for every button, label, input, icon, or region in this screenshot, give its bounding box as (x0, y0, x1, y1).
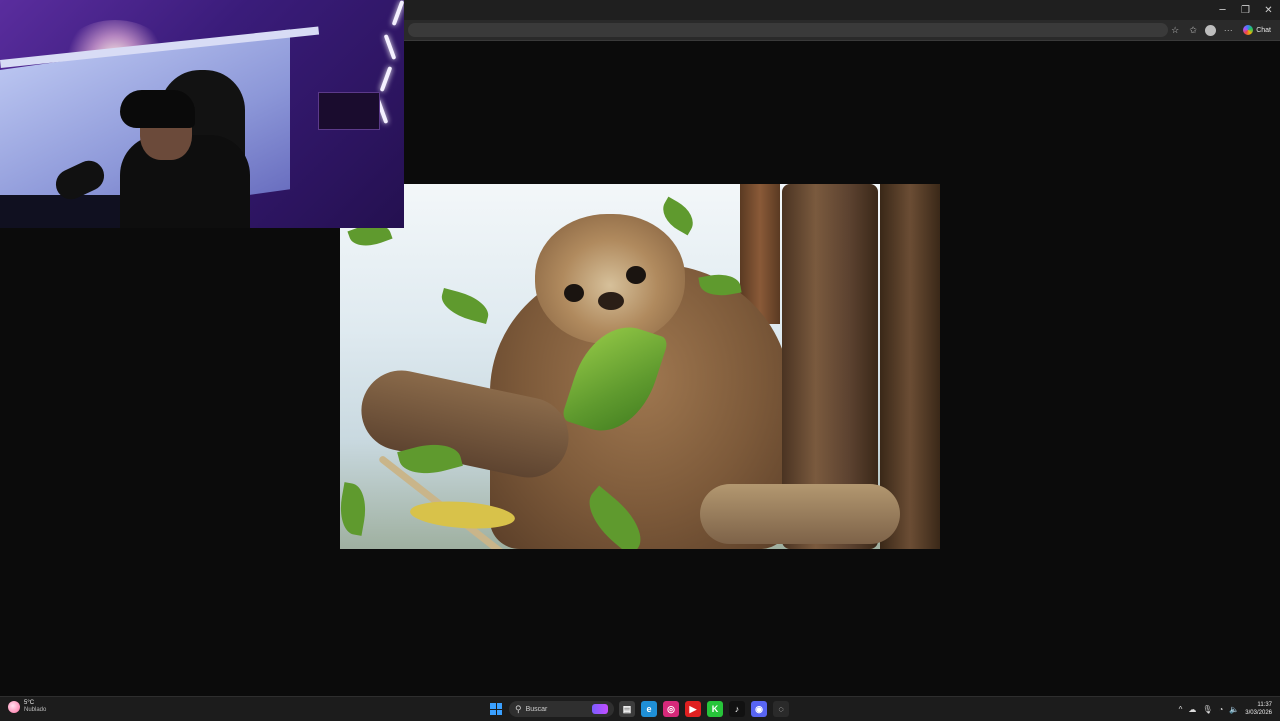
close-button[interactable]: ✕ (1257, 0, 1280, 20)
weather-text: 5°C Nublado (24, 700, 46, 714)
volume-icon[interactable]: 🔈 (1229, 705, 1239, 714)
tray-chevron-icon[interactable]: ^ (1179, 705, 1183, 714)
weather-temperature: 5°C (24, 700, 35, 706)
youtube-app-icon[interactable]: ▶ (685, 701, 701, 717)
tiktok-app-icon[interactable]: ♪ (729, 701, 745, 717)
minimize-button[interactable]: ─ (1211, 0, 1234, 20)
window-controls: ─ ❐ ✕ (1211, 0, 1280, 20)
webcam-desk (0, 195, 120, 228)
clock-date: 3/03/2026 (1245, 710, 1272, 716)
taskbar-apps: ▤ e ◎ ▶ K ♪ ◉ ◌ (619, 701, 789, 717)
kick-app-icon[interactable]: K (707, 701, 723, 717)
edge-app-icon[interactable]: e (641, 701, 657, 717)
file-explorer-app-icon[interactable]: ▤ (619, 701, 635, 717)
taskbar-search[interactable]: ⚲ Buscar (509, 701, 614, 717)
sloth-photo (340, 184, 940, 549)
search-icon: ⚲ (515, 703, 522, 714)
webcam-person-cap (120, 90, 195, 128)
sloth-head (535, 214, 685, 344)
windows-taskbar: 5°C Nublado ⚲ Buscar ▤ e ◎ ▶ K ♪ ◉ ◌ ^ ☁ 🎙 ◔ 🔈 … (0, 696, 1280, 721)
chat-button-label: Chat (1256, 26, 1271, 34)
wifi-icon[interactable]: ◔ (1218, 705, 1223, 714)
sloth-nose (598, 292, 624, 310)
weather-widget[interactable]: 5°C Nublado (8, 700, 46, 714)
microphone-icon[interactable]: 🎙 (1202, 705, 1212, 714)
collections-icon[interactable]: ✩ (1187, 24, 1199, 36)
sloth-right-arm (700, 484, 900, 544)
webcam-led-strip (375, 0, 404, 130)
more-menu-icon[interactable]: ··· (1222, 24, 1234, 36)
sloth-eye-right (626, 266, 646, 284)
copilot-chat-button[interactable]: Chat (1240, 25, 1274, 35)
webcam-overlay (0, 0, 404, 228)
taskbar-center: ⚲ Buscar ▤ e ◎ ▶ K ♪ ◉ ◌ (488, 700, 789, 718)
address-bar[interactable] (408, 23, 1168, 37)
instagram-app-icon[interactable]: ◎ (663, 701, 679, 717)
copilot-icon (1243, 25, 1254, 35)
favorite-star-icon[interactable]: ☆ (1169, 24, 1181, 36)
system-tray: ^ ☁ 🎙 ◔ 🔈 11:37 3/03/2026 (1179, 699, 1272, 719)
chrome-app-icon[interactable]: ◌ (773, 701, 789, 717)
clock-time: 11:37 (1257, 702, 1272, 708)
toolbar-icons: ☆ ✩ ··· Chat (1169, 22, 1274, 38)
restore-button[interactable]: ❐ (1234, 0, 1257, 20)
weather-description: Nublado (24, 707, 47, 713)
profile-avatar[interactable] (1205, 24, 1217, 36)
clock[interactable]: 11:37 3/03/2026 (1245, 701, 1272, 717)
webcam-shelf (318, 92, 380, 130)
sloth-eye-left (564, 284, 584, 302)
onedrive-icon[interactable]: ☁ (1188, 705, 1196, 714)
search-label: Buscar (525, 705, 548, 713)
weather-icon (8, 701, 20, 713)
discord-app-icon[interactable]: ◉ (751, 701, 767, 717)
start-button[interactable] (488, 701, 504, 717)
search-highlight-icon (592, 704, 608, 714)
